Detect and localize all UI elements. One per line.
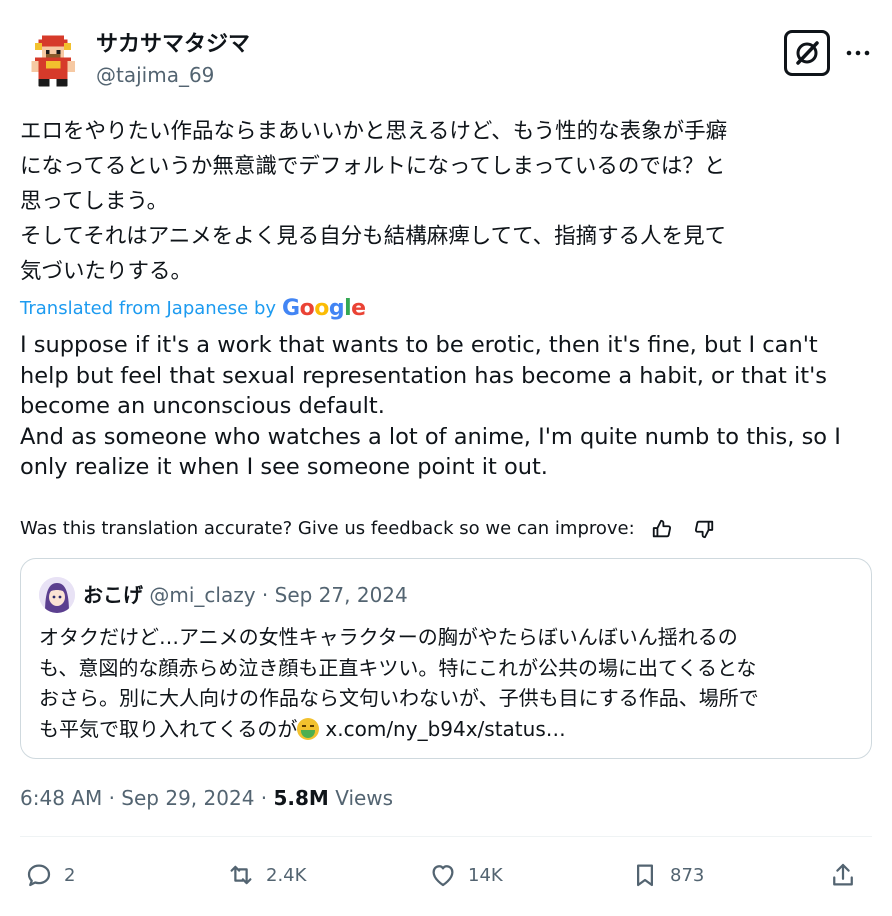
nauseated-face-icon	[297, 717, 320, 740]
tweet-text-line: 気づいたりする。	[20, 259, 193, 284]
quoted-date[interactable]: Sep 27, 2024	[275, 583, 408, 607]
repost-icon	[230, 865, 252, 885]
tweet-text-line: 思ってしまう。	[20, 189, 169, 214]
translation-line: become an unconscious default.	[20, 393, 385, 419]
google-letter: g	[328, 296, 345, 321]
feedback-text: Was this translation accurate? Give us f…	[20, 518, 635, 539]
translation-line: help but feel that sexual representation…	[20, 362, 828, 389]
repost-button[interactable]: 2.4K	[226, 858, 306, 892]
quoted-text-line: も平気で取り入れてくるのが	[39, 716, 298, 741]
quoted-tweet[interactable]: おこげ @mi_clazy · Sep 27, 2024 オタクだけど…アニメの…	[20, 558, 872, 759]
quoted-link[interactable]: x.com/ny_b94x/status…	[325, 717, 565, 741]
translated-label: Translated from Japanese by	[20, 298, 277, 319]
author-handle[interactable]: @tajima_69	[96, 63, 214, 87]
grok-icon	[796, 41, 819, 65]
views-count: 5.8M	[273, 786, 329, 810]
tweet-text-line: そしてそれはアニメをよく見る自分も結構麻痺してて、指摘する人を見て	[20, 224, 727, 249]
divider	[20, 836, 872, 837]
more-options-icon	[846, 50, 870, 56]
quoted-text-line-last: も平気で取り入れてくるのが x.com/ny_b94x/status…	[39, 714, 859, 745]
thumbs-up-button[interactable]	[647, 516, 677, 542]
tweet-text-line: になってるというか無意識でデフォルトになってしまっているのでは？と	[20, 154, 726, 179]
bookmark-icon	[637, 864, 653, 887]
tweet-text-line: エロをやりたい作品ならまあいいかと思えるけど、もう性的な表象が手癖	[20, 119, 728, 144]
share-icon	[833, 863, 853, 886]
quoted-header: おこげ @mi_clazy · Sep 27, 2024	[83, 581, 408, 609]
reply-button[interactable]: 2	[24, 858, 75, 892]
views-label: Views	[335, 786, 394, 810]
translation-feedback: Was this translation accurate? Give us f…	[20, 516, 719, 542]
reply-icon	[27, 864, 51, 887]
author-name[interactable]: サカサマタジマ	[96, 32, 250, 58]
quoted-author-handle[interactable]: @mi_clazy	[149, 583, 255, 607]
more-button[interactable]	[838, 36, 878, 70]
bookmark-button[interactable]: 873	[630, 858, 704, 892]
google-logo: Google	[282, 296, 366, 322]
quoted-separator: ·	[261, 583, 269, 607]
google-letter: e	[351, 296, 366, 321]
grok-button[interactable]	[784, 30, 830, 76]
thumbs-up-icon	[652, 519, 671, 538]
quoted-author-name[interactable]: おこげ	[83, 583, 143, 607]
translation-line: I suppose if it's a work that wants to b…	[20, 332, 818, 358]
google-letter: o	[314, 296, 329, 321]
google-letter: G	[282, 296, 300, 321]
action-bar: 2 2.4K 14K 873	[20, 852, 872, 898]
repost-count: 2.4K	[266, 864, 307, 886]
author-avatar[interactable]	[24, 32, 82, 90]
quoted-text-line: おさら。別に大人向けの作品なら文句いわないが、子供も目にする作品、場所で	[39, 686, 759, 710]
quoted-text-line: オタクだけど…アニメの女性キャラクターの胸がやたらぼいんぼいん揺れるの	[39, 625, 738, 649]
quoted-text-line: も、意図的な顔赤らめ泣き顔も正直キツい。特にこれが公共の場に出てくるとな	[39, 655, 757, 680]
tweet-text: エロをやりたい作品ならまあいいかと思えるけど、もう性的な表象が手癖 になってると…	[20, 114, 872, 289]
bookmark-count: 873	[670, 864, 705, 886]
anime-girl-avatar-icon	[39, 577, 75, 613]
meta-separator: ·	[260, 786, 268, 810]
tweet-meta: 6:48 AM · Sep 29, 2024 · 5.8M Views	[20, 784, 393, 812]
heart-icon	[432, 865, 454, 887]
google-letter: o	[299, 296, 315, 321]
like-count: 14K	[468, 864, 503, 886]
tweet-time[interactable]: 6:48 AM	[20, 786, 102, 810]
thumbs-down-button[interactable]	[689, 516, 719, 542]
meta-separator: ·	[108, 786, 115, 810]
translation-line: only realize it when I see someone point…	[20, 454, 548, 480]
reply-count: 2	[64, 864, 76, 886]
thumbs-down-icon	[694, 520, 713, 539]
pixel-robot-avatar-icon	[24, 32, 82, 90]
translated-by-google-link[interactable]: Translated from Japanese by Google	[20, 296, 366, 322]
translation-line: And as someone who watches a lot of anim…	[20, 423, 841, 450]
quoted-text: オタクだけど…アニメの女性キャラクターの胸がやたらぼいんぼいん揺れるの も、意図…	[39, 622, 859, 744]
share-button[interactable]	[828, 858, 858, 892]
tweet-date[interactable]: Sep 29, 2024	[121, 786, 254, 810]
quoted-author-avatar[interactable]	[39, 577, 75, 613]
tweet-translation: I suppose if it's a work that wants to b…	[20, 330, 872, 483]
like-button[interactable]: 14K	[428, 858, 503, 892]
